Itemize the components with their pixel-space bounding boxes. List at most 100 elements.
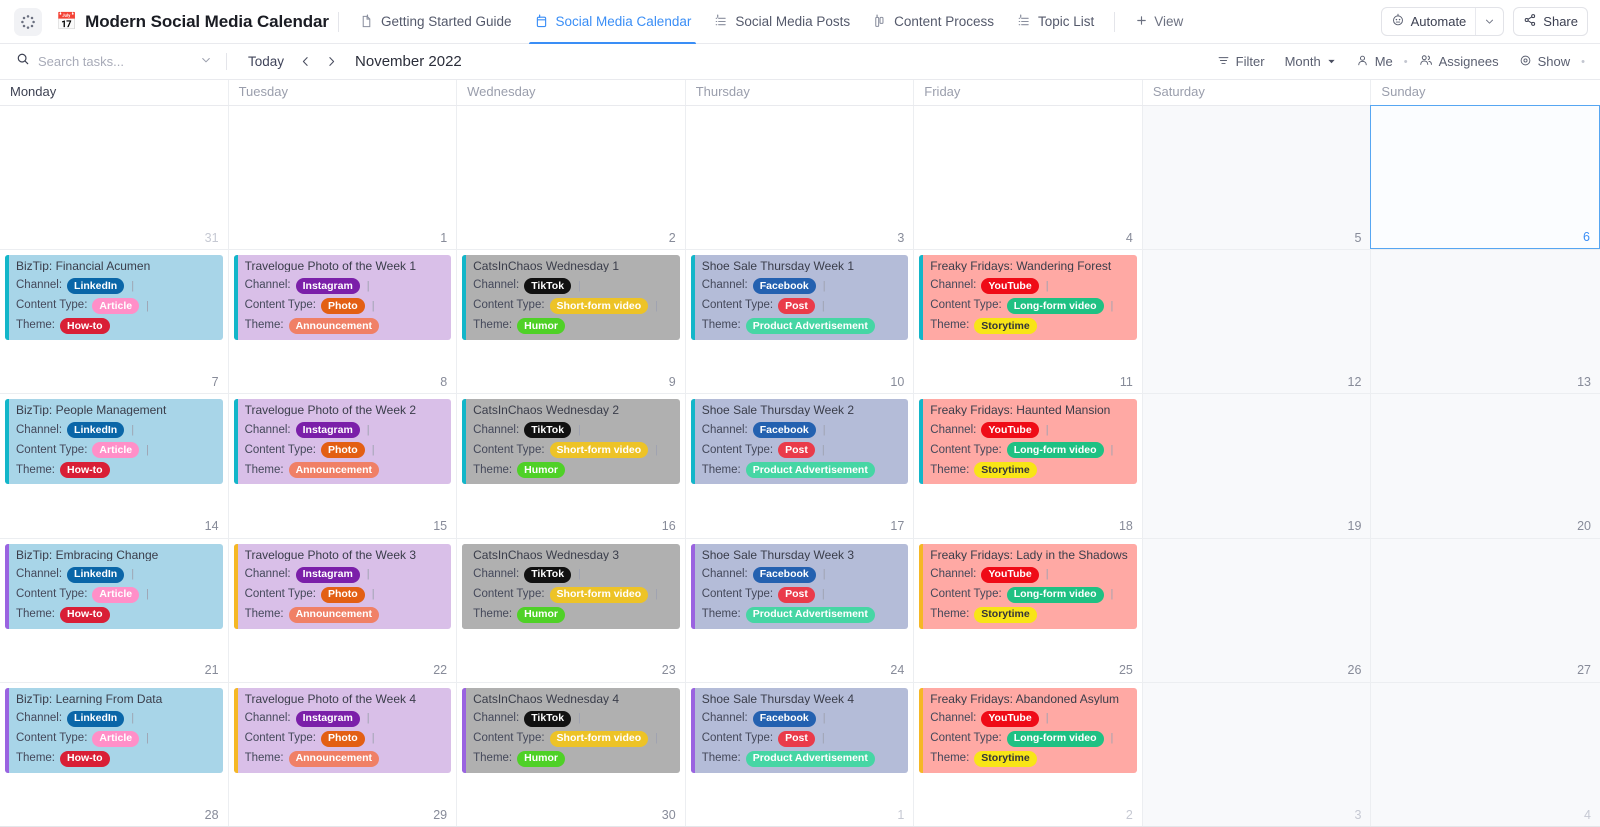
chevron-down-icon[interactable] [1476, 16, 1503, 27]
event-field-chip[interactable]: LinkedIn [67, 567, 124, 583]
event-field-chip[interactable]: Post [778, 731, 815, 747]
event-field-chip[interactable]: YouTube [981, 422, 1038, 438]
event-field-chip[interactable]: Facebook [753, 711, 816, 727]
calendar-day-cell[interactable]: Travelogue Photo of the Week 2Channel:In… [229, 394, 458, 537]
event-field-chip[interactable]: LinkedIn [67, 711, 124, 727]
event-field-chip[interactable]: YouTube [981, 567, 1038, 583]
calendar-day-cell[interactable]: Shoe Sale Thursday Week 2Channel:Faceboo… [686, 394, 915, 537]
calendar-day-cell[interactable]: CatsInChaos Wednesday 3Channel:TikTok|Co… [457, 539, 686, 682]
tab-social-media-posts[interactable]: Social Media Posts [702, 0, 861, 44]
event-field-chip[interactable]: How-to [60, 318, 110, 334]
calendar-day-cell[interactable]: 3 [1143, 683, 1372, 826]
calendar-day-cell[interactable]: 4 [1371, 683, 1600, 826]
calendar-day-cell[interactable]: BizTip: Learning From DataChannel:Linked… [0, 683, 229, 826]
event-field-chip[interactable]: Post [778, 298, 815, 314]
event-field-chip[interactable]: Instagram [296, 278, 360, 294]
calendar-day-cell[interactable]: Shoe Sale Thursday Week 3Channel:Faceboo… [686, 539, 915, 682]
calendar-event-card[interactable]: BizTip: People ManagementChannel:LinkedI… [5, 399, 223, 484]
today-button[interactable]: Today [241, 51, 291, 72]
event-field-chip[interactable]: Humor [517, 607, 565, 623]
calendar-day-cell[interactable]: 6 [1370, 105, 1600, 249]
calendar-event-card[interactable]: Shoe Sale Thursday Week 4Channel:Faceboo… [691, 688, 909, 773]
event-field-chip[interactable]: Instagram [296, 422, 360, 438]
event-field-chip[interactable]: Announcement [289, 607, 379, 623]
next-month-button[interactable] [319, 50, 343, 74]
event-field-chip[interactable]: Short-form video [550, 587, 649, 603]
calendar-day-cell[interactable]: 19 [1143, 394, 1372, 537]
event-field-chip[interactable]: Photo [321, 731, 365, 747]
event-field-chip[interactable]: How-to [60, 607, 110, 623]
event-field-chip[interactable]: Storytime [974, 607, 1036, 623]
calendar-event-card[interactable]: Freaky Fridays: Abandoned AsylumChannel:… [919, 688, 1137, 773]
tab-topic-list[interactable]: Topic List [1005, 0, 1105, 44]
event-field-chip[interactable]: Short-form video [550, 731, 649, 747]
event-field-chip[interactable]: Humor [517, 318, 565, 334]
calendar-day-cell[interactable]: 27 [1371, 539, 1600, 682]
prev-month-button[interactable] [293, 50, 317, 74]
event-field-chip[interactable]: Long-form video [1007, 442, 1104, 458]
calendar-day-cell[interactable]: Freaky Fridays: Haunted MansionChannel:Y… [914, 394, 1143, 537]
event-field-chip[interactable]: Instagram [296, 711, 360, 727]
event-field-chip[interactable]: Storytime [974, 462, 1036, 478]
event-field-chip[interactable]: Post [778, 442, 815, 458]
calendar-event-card[interactable]: Shoe Sale Thursday Week 3Channel:Faceboo… [691, 544, 909, 629]
event-field-chip[interactable]: Announcement [289, 751, 379, 767]
filter-button[interactable]: Filter [1207, 50, 1275, 74]
calendar-event-card[interactable]: CatsInChaos Wednesday 3Channel:TikTok|Co… [462, 544, 680, 629]
assignees-filter-button[interactable]: Assignees [1409, 49, 1509, 74]
period-selector[interactable]: Month [1275, 50, 1346, 73]
calendar-day-cell[interactable]: CatsInChaos Wednesday 2Channel:TikTok|Co… [457, 394, 686, 537]
event-field-chip[interactable]: Short-form video [550, 442, 649, 458]
calendar-event-card[interactable]: Freaky Fridays: Lady in the ShadowsChann… [919, 544, 1137, 629]
event-field-chip[interactable]: Long-form video [1007, 731, 1104, 747]
event-field-chip[interactable]: YouTube [981, 278, 1038, 294]
calendar-event-card[interactable]: BizTip: Embracing ChangeChannel:LinkedIn… [5, 544, 223, 629]
event-field-chip[interactable]: Announcement [289, 318, 379, 334]
calendar-day-cell[interactable]: 1 [229, 106, 458, 249]
event-field-chip[interactable]: Short-form video [550, 298, 649, 314]
toolbar-overflow-icon[interactable]: • [1580, 56, 1586, 68]
event-field-chip[interactable]: How-to [60, 751, 110, 767]
calendar-day-cell[interactable]: BizTip: Financial AcumenChannel:LinkedIn… [0, 250, 229, 393]
event-field-chip[interactable]: Article [92, 587, 139, 603]
add-view-button[interactable]: View [1124, 14, 1194, 30]
calendar-event-card[interactable]: Travelogue Photo of the Week 2Channel:In… [234, 399, 452, 484]
event-field-chip[interactable]: Long-form video [1007, 298, 1104, 314]
event-field-chip[interactable]: YouTube [981, 711, 1038, 727]
calendar-event-card[interactable]: Travelogue Photo of the Week 3Channel:In… [234, 544, 452, 629]
event-field-chip[interactable]: Humor [517, 751, 565, 767]
event-field-chip[interactable]: How-to [60, 462, 110, 478]
calendar-event-card[interactable]: Shoe Sale Thursday Week 1Channel:Faceboo… [691, 255, 909, 340]
calendar-event-card[interactable]: CatsInChaos Wednesday 1Channel:TikTok|Co… [462, 255, 680, 340]
event-field-chip[interactable]: Facebook [753, 278, 816, 294]
calendar-event-card[interactable]: Freaky Fridays: Haunted MansionChannel:Y… [919, 399, 1137, 484]
event-field-chip[interactable]: Product Advertisement [746, 462, 875, 478]
event-field-chip[interactable]: Humor [517, 462, 565, 478]
calendar-event-card[interactable]: Shoe Sale Thursday Week 2Channel:Faceboo… [691, 399, 909, 484]
calendar-day-cell[interactable]: 13 [1371, 250, 1600, 393]
calendar-day-cell[interactable]: Shoe Sale Thursday Week 4Channel:Faceboo… [686, 683, 915, 826]
event-field-chip[interactable]: Article [92, 442, 139, 458]
event-field-chip[interactable]: Product Advertisement [746, 751, 875, 767]
event-field-chip[interactable]: TikTok [524, 711, 571, 727]
calendar-day-cell[interactable]: Freaky Fridays: Lady in the ShadowsChann… [914, 539, 1143, 682]
app-menu-icon[interactable] [14, 8, 42, 36]
calendar-day-cell[interactable]: BizTip: People ManagementChannel:LinkedI… [0, 394, 229, 537]
event-field-chip[interactable]: Facebook [753, 422, 816, 438]
event-field-chip[interactable]: LinkedIn [67, 422, 124, 438]
calendar-day-cell[interactable]: 12 [1143, 250, 1372, 393]
event-field-chip[interactable]: Facebook [753, 567, 816, 583]
calendar-day-cell[interactable]: 4 [914, 106, 1143, 249]
calendar-day-cell[interactable]: 20 [1371, 394, 1600, 537]
search-group[interactable] [16, 52, 212, 71]
tab-social-media-calendar[interactable]: Social Media Calendar [523, 0, 703, 44]
document-title-group[interactable]: 📅 Modern Social Media Calendar [56, 12, 329, 32]
calendar-event-card[interactable]: CatsInChaos Wednesday 4Channel:TikTok|Co… [462, 688, 680, 773]
calendar-event-card[interactable]: CatsInChaos Wednesday 2Channel:TikTok|Co… [462, 399, 680, 484]
calendar-day-cell[interactable]: Shoe Sale Thursday Week 1Channel:Faceboo… [686, 250, 915, 393]
event-field-chip[interactable]: Photo [321, 587, 365, 603]
me-filter-button[interactable]: Me [1346, 50, 1403, 74]
calendar-day-cell[interactable]: 3 [686, 106, 915, 249]
event-field-chip[interactable]: TikTok [524, 567, 571, 583]
calendar-event-card[interactable]: Travelogue Photo of the Week 1Channel:In… [234, 255, 452, 340]
